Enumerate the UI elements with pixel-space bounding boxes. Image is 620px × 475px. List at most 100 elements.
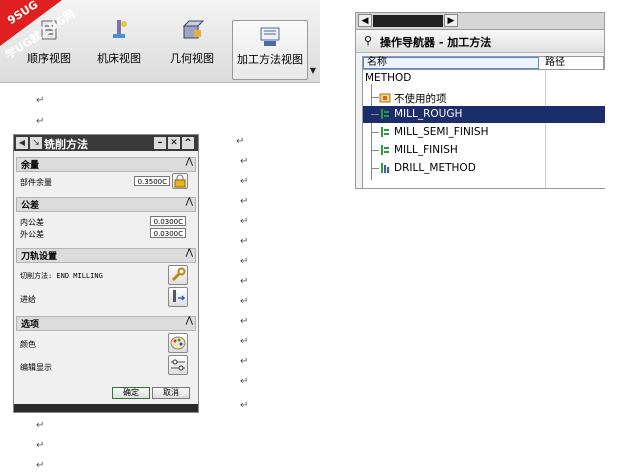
dialog-bottom-bar (14, 404, 198, 412)
machining-method-view-button[interactable]: 加工方法视图 (232, 20, 308, 80)
dialog-title: 铣削方法 (44, 138, 88, 151)
outtol-label: 外公差 (20, 230, 44, 239)
tree-item-mill-semi-finish[interactable]: MILL_SEMI_FINISH (363, 124, 605, 141)
mill-method-icon (381, 127, 389, 137)
paragraph-mark: ↵ (240, 400, 249, 411)
dialog-menu-icon[interactable]: ◀ (16, 137, 28, 149)
dialog-title-bar: ◀ ↘ 铣削方法 – ✕ ^ (14, 135, 198, 151)
section-tolerance[interactable]: 公差 ⋀ (16, 197, 196, 212)
navigator-title: 操作导航器 - 加工方法 (380, 36, 492, 49)
machining-method-icon (260, 27, 280, 46)
folder-icon (379, 93, 391, 103)
machine-tool-icon (113, 20, 127, 38)
intol-input[interactable]: 0.0300C (150, 216, 186, 226)
close-button[interactable]: ✕ (168, 137, 180, 149)
paragraph-mark: ↵ (240, 316, 249, 327)
chevron-up-icon[interactable]: ⋀ (186, 157, 193, 167)
cut-method-button[interactable] (168, 265, 188, 285)
minimize-button[interactable]: – (154, 137, 166, 149)
geometry-view-label: 几何视图 (170, 52, 214, 65)
navigator-tab-strip: ◀ ▶ (356, 13, 604, 30)
tree-item-label: MILL_SEMI_FINISH (394, 126, 489, 138)
drill-method-icon (381, 163, 389, 173)
chevron-up-icon[interactable]: ⋀ (186, 316, 193, 326)
chevron-up-icon[interactable]: ⋀ (186, 197, 193, 207)
paragraph-mark: ↵ (36, 95, 45, 106)
tree-root-label: METHOD (365, 72, 412, 84)
edit-display-label: 编辑显示 (20, 363, 52, 372)
column-path-header[interactable]: 路径 (545, 57, 565, 69)
mill-method-icon (381, 145, 389, 155)
edit-display-button[interactable] (168, 355, 188, 375)
navigator-tree: METHOD 不使用的项 MILL_ROUGH MILL_SEMI_FINISH… (362, 70, 605, 188)
tree-line (371, 132, 379, 133)
paragraph-mark: ↵ (240, 196, 249, 207)
dialog-arrow-icon[interactable]: ↘ (30, 137, 42, 149)
cancel-button[interactable]: 取消 (152, 387, 190, 399)
section-tolerance-title: 公差 (21, 201, 40, 211)
cut-method-label: 切削方法: END MILLING (20, 272, 103, 280)
lock-icon (174, 174, 186, 188)
machine-tool-view-button[interactable]: 机床视图 (88, 14, 150, 76)
paragraph-mark: ↵ (240, 176, 249, 187)
column-name-header[interactable]: 名称 (363, 57, 539, 69)
tab-scroll-left-icon[interactable]: ◀ (358, 14, 372, 27)
paragraph-mark: ↵ (240, 376, 249, 387)
tree-line (371, 114, 379, 115)
tree-item-label: DRILL_METHOD (394, 162, 476, 174)
wrench-icon (171, 267, 186, 282)
toolbar-dropdown-arrow[interactable]: ▼ (308, 66, 318, 78)
paragraph-mark: ↵ (240, 256, 249, 267)
paragraph-mark: ↵ (240, 356, 249, 367)
paragraph-mark: ↵ (240, 296, 249, 307)
mill-method-icon (381, 109, 389, 119)
geometry-icon (182, 20, 204, 39)
pin-icon[interactable]: ⚲ (364, 34, 372, 47)
navigator-header: ⚲ 操作导航器 - 加工方法 (356, 30, 604, 53)
tree-root-method[interactable]: METHOD (363, 70, 605, 87)
display-settings-icon (171, 359, 185, 371)
outtol-input[interactable]: 0.0300C (150, 228, 186, 238)
navigator-tab-bar[interactable] (373, 15, 443, 27)
paragraph-mark: ↵ (36, 420, 45, 431)
tree-item-mill-rough[interactable]: MILL_ROUGH (363, 106, 605, 123)
paragraph-mark: ↵ (240, 276, 249, 287)
paragraph-mark: ↵ (236, 136, 245, 147)
tree-item-drill-method[interactable]: DRILL_METHOD (363, 160, 605, 177)
milling-method-dialog: ◀ ↘ 铣削方法 – ✕ ^ 余量 ⋀ 部件余量 0.3500C 公差 ⋀ 内公… (13, 134, 199, 413)
ok-button[interactable]: 确定 (112, 387, 150, 399)
section-tool-path-title: 刀轨设置 (21, 252, 58, 262)
chevron-up-icon[interactable]: ⋀ (186, 248, 193, 258)
tree-line (371, 168, 379, 169)
feed-button[interactable] (168, 287, 188, 307)
tree-item-label: MILL_FINISH (394, 144, 458, 156)
tree-item-mill-finish[interactable]: MILL_FINISH (363, 142, 605, 159)
feed-label: 进给 (20, 295, 36, 304)
feed-rate-icon (173, 290, 186, 302)
operation-navigator: ◀ ▶ ⚲ 操作导航器 - 加工方法 名称 路径 METHOD 不使用的项 MI… (355, 12, 605, 189)
color-label: 颜色 (20, 340, 36, 349)
color-palette-icon (170, 336, 186, 350)
section-stock[interactable]: 余量 ⋀ (16, 157, 196, 172)
color-button[interactable] (168, 333, 188, 353)
section-options-title: 选项 (21, 320, 40, 330)
tree-item-label: 不使用的项 (394, 93, 447, 105)
tree-item-label: MILL_ROUGH (394, 108, 463, 120)
geometry-view-button[interactable]: 几何视图 (160, 14, 224, 76)
paragraph-mark: ↵ (36, 460, 45, 471)
tree-line (371, 150, 379, 151)
navigator-column-header: 名称 路径 (362, 56, 604, 70)
machine-tool-view-label: 机床视图 (97, 52, 141, 65)
collapse-button[interactable]: ^ (182, 137, 194, 149)
paragraph-mark: ↵ (36, 440, 45, 451)
part-stock-lock-button[interactable] (172, 173, 188, 189)
section-options[interactable]: 选项 ⋀ (16, 316, 196, 331)
paragraph-mark: ↵ (36, 116, 45, 127)
tab-scroll-right-icon[interactable]: ▶ (444, 14, 458, 27)
tree-line (371, 97, 379, 98)
machining-method-view-label: 加工方法视图 (237, 53, 303, 66)
part-stock-input[interactable]: 0.3500C (134, 176, 170, 186)
tree-item-unused[interactable]: 不使用的项 (363, 89, 605, 106)
part-stock-label: 部件余量 (20, 178, 52, 187)
section-tool-path-settings[interactable]: 刀轨设置 ⋀ (16, 248, 196, 263)
